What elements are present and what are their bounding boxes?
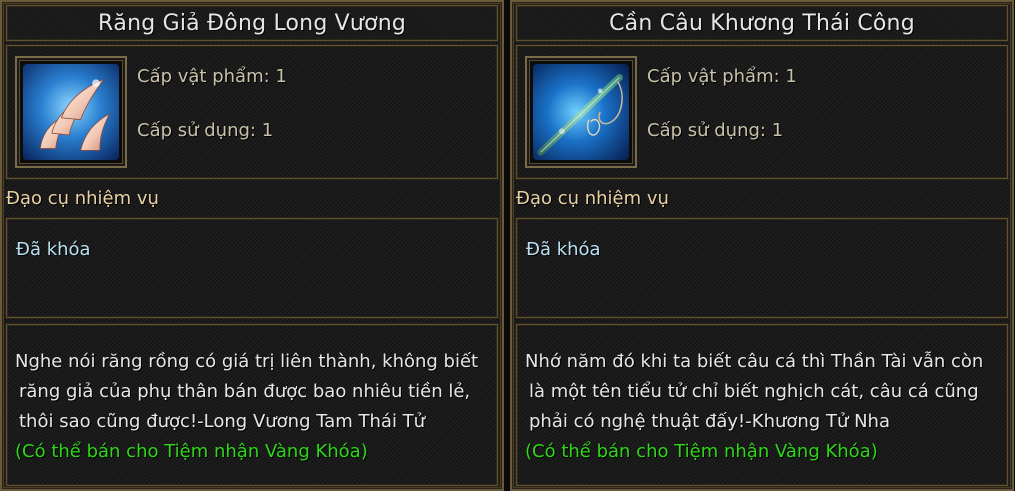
item-level-label: Cấp vật phẩm: 1 — [647, 66, 797, 87]
sell-note: (Có thể bán cho Tiệm nhận Vàng Khóa) — [525, 441, 878, 462]
description-line: Nhớ năm đó khi ta biết câu cá thì Thần T… — [525, 351, 984, 372]
dragon-teeth-icon — [23, 64, 119, 160]
description-box: Nghe nói răng rồng có giá trị liên thành… — [6, 324, 498, 486]
description-line: Nghe nói răng rồng có giá trị liên thành… — [15, 351, 479, 372]
item-tooltips: Răng Giả Đông Long Vương Cấp vật phẩm: 1… — [0, 0, 1015, 491]
item-title-bar: Răng Giả Đông Long Vương — [6, 5, 498, 41]
item-tooltip-card: Cần Câu Khương Thái Công Cấp vật phẩm: 1… — [510, 0, 1014, 491]
lock-status-box: Đã khóa — [516, 218, 1008, 318]
description-box: Nhớ năm đó khi ta biết câu cá thì Thần T… — [516, 324, 1008, 486]
use-level-label: Cấp sử dụng: 1 — [137, 120, 274, 141]
sell-note: (Có thể bán cho Tiệm nhận Vàng Khóa) — [15, 441, 368, 462]
item-info-box: Cấp vật phẩm: 1 Cấp sử dụng: 1 — [6, 45, 498, 179]
item-description: Nghe nói răng rồng có giá trị liên thành… — [15, 347, 489, 467]
item-name: Răng Giả Đông Long Vương — [97, 10, 407, 36]
description-line: phải có nghệ thuật đấy!-Khương Tử Nha — [529, 411, 890, 432]
description-line: thôi sao cũng được!-Long Vương Tam Thái … — [19, 411, 426, 432]
item-category: Đạo cụ nhiệm vụ — [6, 188, 159, 209]
item-info-box: Cấp vật phẩm: 1 Cấp sử dụng: 1 — [516, 45, 1008, 179]
lock-status-box: Đã khóa — [6, 218, 498, 318]
item-category: Đạo cụ nhiệm vụ — [516, 188, 669, 209]
item-level-label: Cấp vật phẩm: 1 — [137, 66, 287, 87]
description-line: răng giả của phụ thân bán được bao nhiêu… — [19, 381, 471, 402]
item-icon-frame — [525, 56, 637, 168]
item-tooltip-card: Răng Giả Đông Long Vương Cấp vật phẩm: 1… — [0, 0, 504, 491]
use-level-label: Cấp sử dụng: 1 — [647, 120, 784, 141]
item-title-bar: Cần Câu Khương Thái Công — [516, 5, 1008, 41]
lock-status: Đã khóa — [526, 239, 601, 260]
lock-status: Đã khóa — [16, 239, 91, 260]
item-name: Cần Câu Khương Thái Công — [609, 10, 915, 36]
item-icon-frame — [15, 56, 127, 168]
item-description: Nhớ năm đó khi ta biết câu cá thì Thần T… — [525, 347, 999, 467]
description-line: là một tên tiểu tử chỉ biết nghịch cát, … — [529, 381, 979, 402]
fishing-rod-icon — [533, 64, 629, 160]
